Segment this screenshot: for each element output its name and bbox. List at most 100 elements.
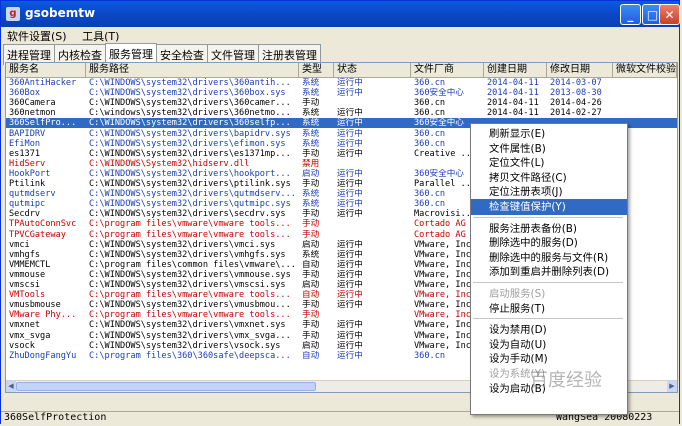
cell-state: 运行中 xyxy=(334,199,409,209)
cell-type: 手动 xyxy=(302,98,320,109)
col-header-vendor[interactable]: 文件厂商 xyxy=(411,63,484,77)
cell-type: 系统 xyxy=(302,78,320,88)
cell-path: C:\windows\system32\drivers\360netmo... xyxy=(89,108,291,119)
cell-path: C:\program files\360\360safe\deepsca... xyxy=(89,350,291,361)
context-menu-item[interactable]: 服务注册表备份(B) xyxy=(471,221,627,237)
cell-state: 运行中 xyxy=(334,331,409,341)
cell-path: C:\WINDOWS\system32\drivers\vmci.sys xyxy=(89,239,276,250)
cell-name: ZhuDongFangYu xyxy=(9,350,77,361)
table-row[interactable]: 360Box C:\WINDOWS\system32\drivers\360box… xyxy=(6,88,677,98)
cell-name: 360SelfPro... xyxy=(9,118,77,129)
table-row[interactable]: 360netmon C:\windows\system32\drivers\360… xyxy=(6,108,677,118)
cell-type: 启动 xyxy=(302,280,320,290)
context-menu-item[interactable]: 文件属性(B) xyxy=(471,141,627,157)
cell-state: 运行中 xyxy=(334,129,409,139)
cell-name: HidServ xyxy=(9,158,46,169)
context-menu-item[interactable]: 拷贝文件路径(C) xyxy=(471,170,627,186)
context-menu-item[interactable]: 设为自动(U) xyxy=(471,337,627,353)
context-menu-item[interactable]: 停止服务(T) xyxy=(471,301,627,317)
context-menu-item[interactable]: 设为禁用(D) xyxy=(471,322,627,338)
cell-name: Secdrv xyxy=(9,209,41,220)
cell-modified: 2013-08-30 xyxy=(550,88,602,99)
context-menu-item[interactable]: 删除选中的服务与文件(R) xyxy=(471,250,627,266)
cell-path: C:\WINDOWS\system32\drivers\efimon.sys xyxy=(89,138,286,149)
cell-name: HookPort xyxy=(9,168,51,179)
menu-separator xyxy=(473,282,623,283)
cell-name: es1371 xyxy=(9,148,41,159)
minimize-button[interactable]: _ xyxy=(620,4,641,25)
scroll-left-icon[interactable]: ◀ xyxy=(6,381,16,392)
state-running: 运行中 xyxy=(337,269,363,280)
close-button[interactable]: ✕ xyxy=(659,4,680,25)
col-header-created[interactable]: 创建日期 xyxy=(484,63,547,77)
cell-path: C:\program files\vmware\vmware tools... xyxy=(89,229,291,240)
cell-modified: 2014-03-07 xyxy=(550,78,602,88)
cell-state: 运行中 xyxy=(334,189,409,199)
cell-path: C:\WINDOWS\system32\drivers\vmmouse.sys xyxy=(89,269,291,280)
cell-vendor: 360安全中心 xyxy=(414,88,464,99)
col-header-state[interactable]: 状态 xyxy=(334,63,411,77)
state-running: 运行中 xyxy=(337,330,363,341)
cell-path: C:\program files\common files\vmware\... xyxy=(89,259,296,270)
cell-type: 自动 xyxy=(302,350,320,361)
table-row[interactable]: 360Camera C:\WINDOWS\system32\drivers\360… xyxy=(6,98,677,108)
state-running: 运行中 xyxy=(337,290,363,301)
menu-separator xyxy=(473,216,623,218)
col-header-path[interactable]: 服务路径 xyxy=(86,63,299,77)
context-menu-item[interactable]: 定位文件(L) xyxy=(471,155,627,171)
scroll-thumb[interactable] xyxy=(16,382,316,391)
cell-state: 运行中 xyxy=(334,260,409,270)
title-bar[interactable]: g gsobemtw _ □ ✕ xyxy=(1,1,680,27)
state-running: 运行中 xyxy=(337,249,363,260)
cell-name: vsock xyxy=(9,340,35,351)
table-row[interactable]: 360AntiHacker C:\WINDOWS\system32\drivers… xyxy=(6,78,677,88)
cell-path: C:\WINDOWS\system32\drivers\hookport... xyxy=(89,168,291,179)
cell-state: 运行中 xyxy=(334,240,409,250)
cell-name: vmusbmouse xyxy=(9,300,61,311)
context-menu-item[interactable]: 定位注册表项(J) xyxy=(471,184,627,200)
cell-name: vmx_svga xyxy=(9,330,51,341)
cell-state: 运行中 xyxy=(334,209,409,219)
col-header-modified[interactable]: 修改日期 xyxy=(547,63,613,77)
cell-name: TPAutoConnSvc xyxy=(9,219,77,230)
cell-path: C:\program files\vmware\vmware tools... xyxy=(89,290,291,301)
context-menu-item[interactable]: 添加到重启并删除列表(D) xyxy=(471,264,627,280)
cell-state: 运行中 xyxy=(334,139,409,149)
cell-path: C:\WINDOWS\system32\drivers\ptilink.sys xyxy=(89,179,291,189)
cell-type: 系统 xyxy=(302,249,320,260)
state-running: 运行中 xyxy=(337,118,363,129)
cell-created: 2014-04-11 xyxy=(487,78,539,88)
context-menu-item[interactable]: 设为手动(M) xyxy=(471,351,627,367)
state-running: 运行中 xyxy=(337,300,363,311)
scroll-right-icon[interactable]: ▶ xyxy=(667,381,677,392)
cell-state: 运行中 xyxy=(334,351,409,361)
context-menu-item[interactable]: 刷新显示(E) xyxy=(471,126,627,142)
state-running: 运行中 xyxy=(337,108,363,119)
cell-name: 360Camera xyxy=(9,98,56,109)
cell-created: 2014-04-11 xyxy=(487,108,539,119)
menu-settings[interactable]: 软件设置(S) xyxy=(1,27,73,45)
state-running: 运行中 xyxy=(337,148,363,159)
cell-name: vmmouse xyxy=(9,269,46,280)
col-header-type[interactable]: 类型 xyxy=(299,63,334,77)
app-icon: g xyxy=(6,7,20,21)
cell-type: 手动 xyxy=(302,269,320,280)
cell-name: VMTools xyxy=(9,290,46,301)
cell-type: 自动 xyxy=(302,259,320,270)
context-menu-item[interactable]: 检查键值保护(Y) xyxy=(471,199,627,215)
context-menu-item[interactable]: 删除选中的服务(D) xyxy=(471,235,627,251)
window-title: gsobemtw xyxy=(25,6,96,20)
cell-name: BAPIDRV xyxy=(9,128,46,139)
state-running: 运行中 xyxy=(337,350,363,361)
cell-path: C:\WINDOWS\system32\drivers\360antih... xyxy=(89,78,291,88)
col-header-name[interactable]: 服务名 xyxy=(6,63,86,77)
cell-path: C:\program files\vmware\vmware tools... xyxy=(89,310,291,321)
cell-type: 自动 xyxy=(302,290,320,301)
cell-state: 运行中 xyxy=(334,118,409,128)
col-header-signature[interactable]: 微软文件校验 xyxy=(613,63,677,77)
cell-path: C:\WINDOWS\system32\drivers\360camer... xyxy=(89,98,291,109)
cell-path: C:\WINDOWS\system32\drivers\vmscsi.sys xyxy=(89,280,286,290)
state-running: 运行中 xyxy=(337,209,363,220)
cell-path: C:\WINDOWS\System32\hidserv.dll xyxy=(89,158,250,169)
state-running: 运行中 xyxy=(337,88,363,99)
